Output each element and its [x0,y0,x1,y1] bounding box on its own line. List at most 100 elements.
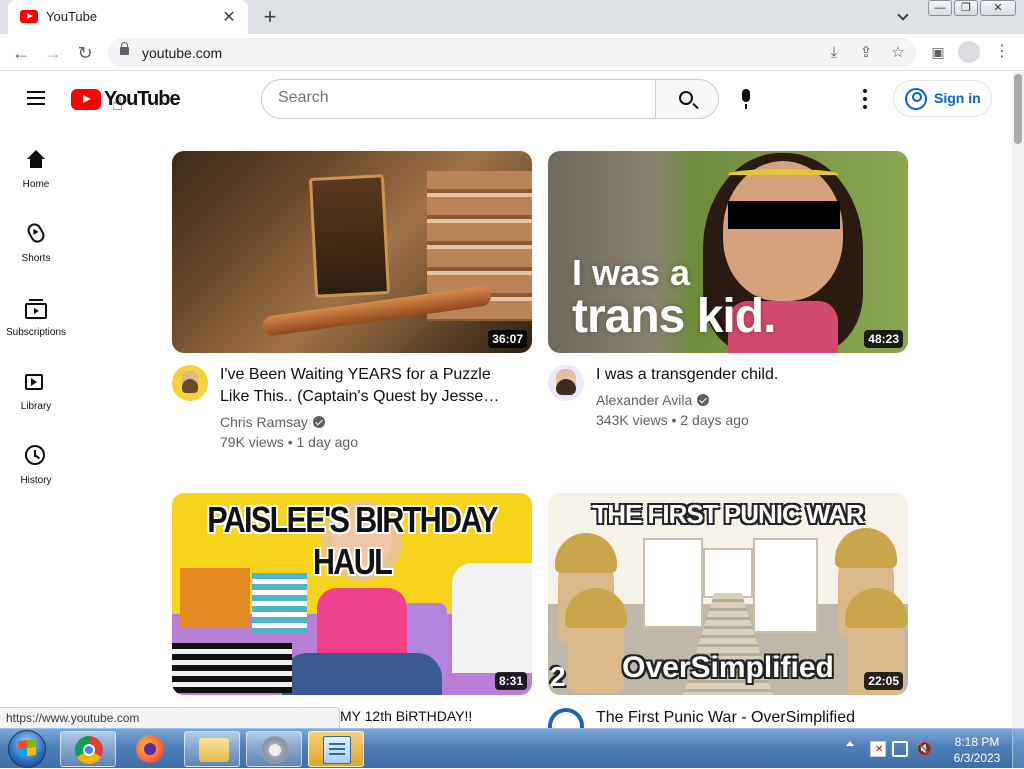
channel-avatar[interactable] [548,708,584,728]
sidebar-item-label: Shorts [21,253,51,264]
thumbnail-banner: PAISLEE'S BIRTHDAY HAUL [207,499,498,582]
system-tray: ✕ 🔇 8:18 PM 6/3/2023 [842,729,1024,769]
account-icon [905,88,927,110]
channel-name[interactable]: Chris Ramsay [220,414,325,430]
explorer-folder-icon [199,738,229,762]
browser-tab-youtube[interactable]: YouTube ✕ [8,0,248,34]
sidebar-item-label: History [20,475,52,486]
channel-name-text[interactable]: Chris Ramsay [220,414,308,430]
thumbnail-art [835,528,897,568]
restore-button[interactable]: ❐ [954,0,978,16]
share-icon[interactable]: ⇪ [856,43,876,63]
thumbnail-text-line: I was a [572,252,691,293]
lock-icon[interactable] [120,42,129,55]
hamburger-line [27,91,45,93]
video-thumbnail[interactable]: PAISLEE'S BIRTHDAY HAUL 8:31 [172,493,532,695]
subscriptions-icon [25,299,47,319]
browser-tab-strip: YouTube ✕ + — ❐ ✕ [0,0,1024,34]
settings-menu-button[interactable] [853,86,877,112]
back-button[interactable]: ← [8,40,34,66]
minimize-button[interactable]: — [928,0,952,16]
browser-toolbar: ← → ↻ youtube.com ⤓ ⇪ ☆ ▣ ⋮ [0,34,1024,71]
volume-muted-icon[interactable]: 🔇 [916,741,932,757]
control-panel-icon [323,736,351,764]
video-thumbnail[interactable]: I was a trans kid. 48:23 [548,151,908,353]
duration-badge: 48:23 [864,330,903,348]
video-title[interactable]: I've Been Waiting YEARS for a Puzzle Lik… [220,364,510,408]
clock-time: 8:18 PM [954,735,1000,749]
video-meta: 343K views • 2 days ago [596,412,749,428]
sidebar-item-label: Home [22,179,50,190]
view-count: 79K views [220,434,284,450]
taskbar-chrome[interactable] [60,731,116,767]
upload-age: 1 day ago [296,434,359,450]
sidebar-item-home[interactable]: Home [0,149,72,213]
tab-search-chevron-icon[interactable] [896,8,912,24]
video-title[interactable]: I was a transgender child. [596,364,886,386]
profile-icon[interactable] [958,41,980,63]
show-hidden-icons-arrow-icon[interactable] [846,741,854,746]
system-clock[interactable]: 8:18 PM 6/3/2023 [942,734,1012,766]
sign-in-label: Sign in [934,90,981,106]
dot [863,105,867,109]
scrollbar-thumb[interactable] [1014,74,1022,144]
show-desktop-button[interactable] [1012,728,1024,768]
channel-name[interactable]: Alexander Avila [596,392,710,408]
upload-age: 2 days ago [680,412,749,428]
guide-menu-button[interactable] [24,88,48,108]
forward-button[interactable]: → [40,40,66,66]
thumbnail-bottom-text: OverSimplified [622,651,834,684]
hamburger-line [27,97,45,99]
thumbnail-text-line: trans kid. [572,290,776,343]
taskbar-firefox[interactable] [122,731,178,767]
browser-menu-icon[interactable]: ⋮ [992,42,1012,62]
youtube-play-logo-icon [71,89,101,110]
thumbnail-art [555,533,617,573]
thumbnail-episode-number: 2 [550,661,566,692]
channel-avatar[interactable] [172,365,208,401]
address-url[interactable]: youtube.com [142,45,222,61]
taskbar-control-panel[interactable] [308,731,364,767]
verified-icon [312,416,325,428]
sidebar-item-subscriptions[interactable]: Subscriptions [0,297,72,361]
youtube-favicon-icon [20,10,38,23]
sidebar-item-library[interactable]: Library [0,371,72,435]
video-title[interactable]: MY 12th BiRTHDAY!! [340,708,472,724]
download-icon[interactable]: ⤓ [824,43,844,63]
channel-avatar[interactable] [548,365,584,401]
address-bar[interactable]: youtube.com ⤓ ⇪ ☆ [108,38,916,67]
side-panel-icon[interactable]: ▣ [928,42,948,62]
thumbnail-art [308,174,391,298]
taskbar-sound[interactable] [246,731,302,767]
video-thumbnail[interactable]: 36:07 [172,151,532,353]
thumbnail-art [643,538,703,628]
sidebar-item-history[interactable]: History [0,445,72,509]
thumbnail-art [703,548,753,598]
search-button[interactable] [655,79,719,119]
windows-taskbar: ✕ 🔇 8:18 PM 6/3/2023 [0,728,1024,768]
star-icon[interactable]: ☆ [888,43,908,63]
microphone-icon [742,89,750,102]
search-input[interactable] [278,89,638,107]
page-scrollbar[interactable] [1012,72,1024,728]
close-window-button[interactable]: ✕ [980,0,1016,16]
network-icon[interactable] [892,741,908,757]
duration-badge: 22:05 [864,672,903,690]
video-thumbnail[interactable]: THE FIRST PUNIC WAR OverSimplified 2 22:… [548,493,908,695]
voice-search-button[interactable] [733,86,759,112]
new-tab-button[interactable]: + [258,4,282,30]
channel-name-text[interactable]: Alexander Avila [596,392,692,408]
thumbnail-text: I was a trans kid. [572,251,776,343]
taskbar-explorer[interactable] [184,731,240,767]
action-center-flag-icon[interactable]: ✕ [870,741,886,757]
tab-close-button[interactable]: ✕ [220,7,238,27]
sign-in-button[interactable]: Sign in [893,80,992,117]
history-icon [25,445,45,465]
video-title[interactable]: The First Punic War - OverSimplified [596,707,886,728]
thumbnail-art [317,588,407,658]
sidebar-item-shorts[interactable]: Shorts [0,220,72,287]
start-button[interactable] [2,729,52,769]
duration-badge: 8:31 [494,672,527,690]
search-box[interactable] [261,79,656,119]
reload-button[interactable]: ↻ [72,40,98,66]
